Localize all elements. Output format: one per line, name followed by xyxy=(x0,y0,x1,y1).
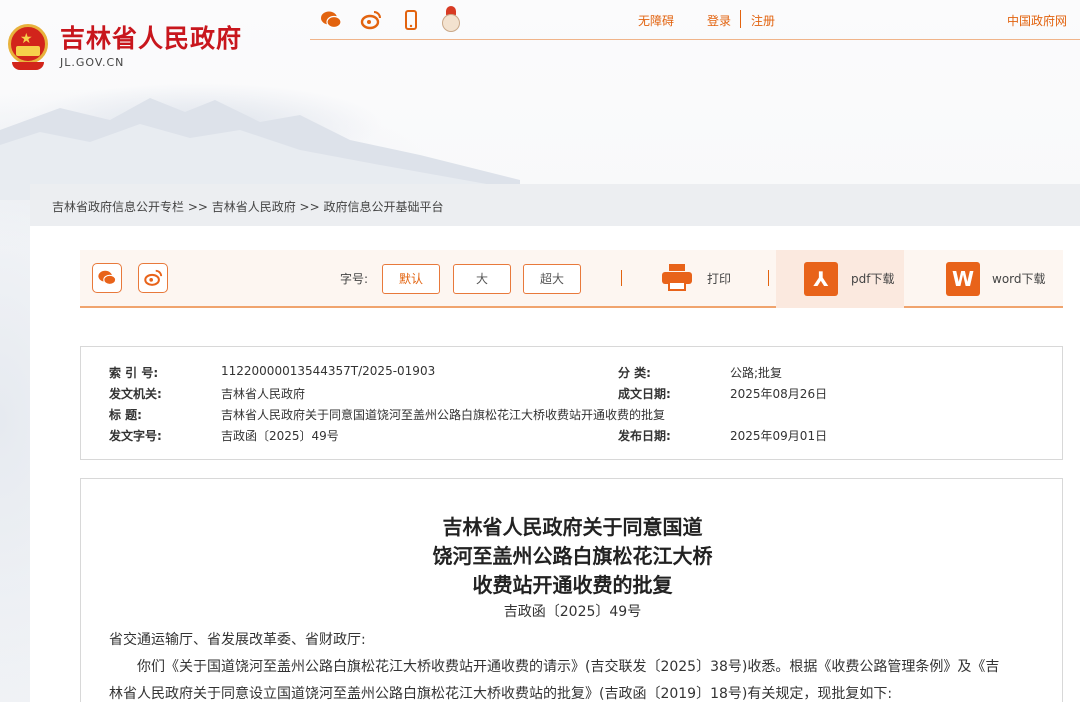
issuer-label: 发文机关: xyxy=(109,387,162,401)
printer-icon[interactable] xyxy=(662,264,692,292)
print-button[interactable]: 打印 xyxy=(707,270,731,287)
index-label: 索 引 号: xyxy=(109,366,159,380)
article-recipients: 省交通运输厅、省发展改革委、省财政厅: xyxy=(109,632,366,648)
article-title-line: 饶河至盖州公路白旗松花江大桥 xyxy=(432,544,713,568)
created-date-value: 2025年08月26日 xyxy=(730,387,828,401)
login-separator xyxy=(740,10,741,28)
font-default-button[interactable]: 默认 xyxy=(382,264,440,294)
category-value: 公路;批复 xyxy=(730,366,783,380)
site-domain: JL.GOV.CN xyxy=(60,56,125,69)
national-emblem-icon: ★ xyxy=(6,22,50,72)
font-xlarge-button[interactable]: 超大 xyxy=(523,264,581,294)
article-doc-number: 吉政函〔2025〕49号 xyxy=(503,604,642,620)
created-date-label: 成文日期: xyxy=(618,387,671,401)
weibo-icon[interactable] xyxy=(360,9,382,31)
accessibility-link[interactable]: 无障碍 xyxy=(638,12,674,29)
toolbar-separator xyxy=(621,270,622,286)
top-link-bar: 无障碍 登录 注册 中国政府网 xyxy=(310,0,1080,40)
article-body: 吉林省人民政府关于同意国道 饶河至盖州公路白旗松花江大桥 收费站开通收费的批复 … xyxy=(80,478,1063,702)
social-links xyxy=(320,6,462,34)
national-portal-link[interactable]: 中国政府网 xyxy=(1007,12,1067,29)
site-logo[interactable]: ★ 吉林省人民政府 JL.GOV.CN xyxy=(6,22,242,72)
register-link[interactable]: 注册 xyxy=(751,12,775,29)
pdf-download-button[interactable]: ⅄ pdf下载 xyxy=(776,250,904,308)
site-title: 吉林省人民政府 xyxy=(60,24,243,53)
word-icon: W xyxy=(946,262,980,296)
issuer-value: 吉林省人民政府 xyxy=(221,387,306,401)
font-large-button[interactable]: 大 xyxy=(453,264,511,294)
article-paragraph-line: 林省人民政府关于同意设立国道饶河至盖州公路白旗松花江大桥收费站的批复》(吉政函〔… xyxy=(109,686,893,702)
category-label: 分 类: xyxy=(618,366,651,380)
title-label: 标 题: xyxy=(109,408,142,422)
pdf-icon: ⅄ xyxy=(804,262,838,296)
login-link[interactable]: 登录 xyxy=(707,12,731,29)
index-value: 11220000013544357T/2025-01903 xyxy=(221,364,436,378)
published-date-label: 发布日期: xyxy=(618,429,671,443)
wechat-icon[interactable] xyxy=(320,9,342,31)
share-weibo-button[interactable] xyxy=(138,263,168,293)
doc-number-label: 发文字号: xyxy=(109,429,162,443)
article-title-line: 吉林省人民政府关于同意国道 xyxy=(442,515,703,539)
font-size-label: 字号: xyxy=(340,272,369,286)
mascot-icon[interactable] xyxy=(440,6,462,34)
title-value: 吉林省人民政府关于同意国道饶河至盖州公路白旗松花江大桥收费站开通收费的批复 xyxy=(221,408,666,422)
word-download-button[interactable]: W word下载 xyxy=(930,250,1060,308)
doc-number-value: 吉政函〔2025〕49号 xyxy=(221,429,339,443)
mountain-landscape xyxy=(0,98,520,200)
article-toolbar: 字号: 默认 大 超大 打印 ⅄ pdf下载 W word下载 xyxy=(80,250,1063,308)
word-download-label: word下载 xyxy=(992,272,1046,286)
pdf-download-label: pdf下载 xyxy=(851,272,895,286)
toolbar-separator xyxy=(768,270,769,286)
share-wechat-button[interactable] xyxy=(92,263,122,293)
mobile-icon[interactable] xyxy=(400,9,422,31)
article-title-line: 收费站开通收费的批复 xyxy=(472,573,673,597)
breadcrumb[interactable]: 吉林省政府信息公开专栏 >> 吉林省人民政府 >> 政府信息公开基础平台 xyxy=(52,198,443,215)
document-metadata: 索 引 号: 11220000013544357T/2025-01903 分 类… xyxy=(80,346,1063,460)
article-paragraph-line: 你们《关于国道饶河至盖州公路白旗松花江大桥收费站开通收费的请示》(吉交联发〔20… xyxy=(137,659,1000,675)
published-date-value: 2025年09月01日 xyxy=(730,429,828,443)
